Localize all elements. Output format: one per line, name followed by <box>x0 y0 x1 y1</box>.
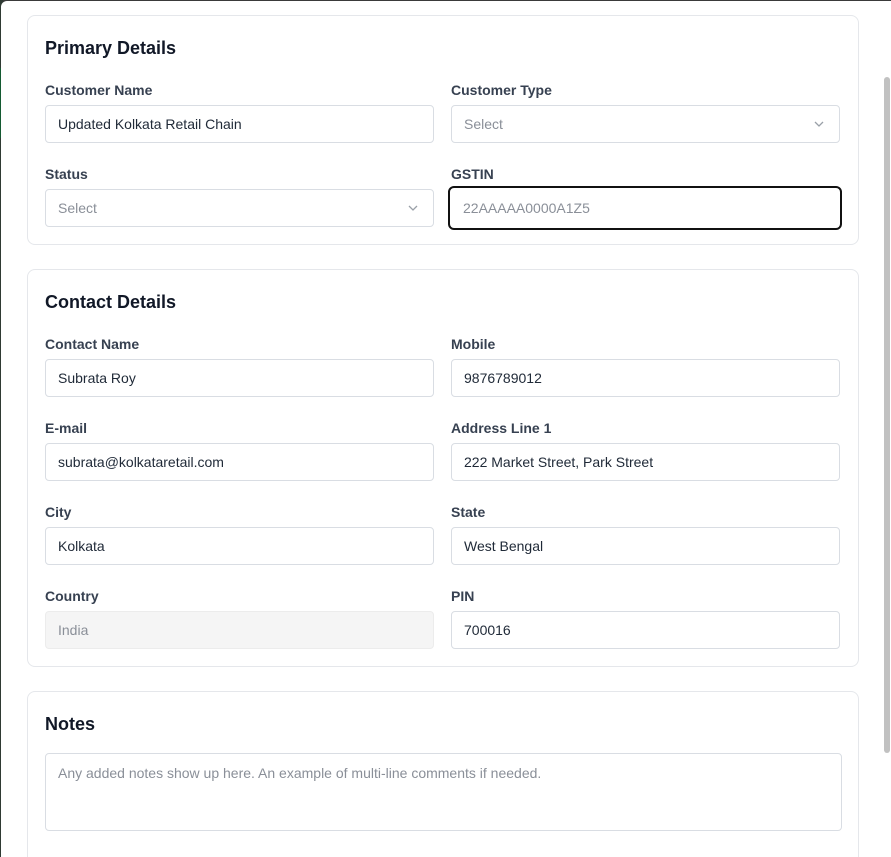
gstin-label: GSTIN <box>451 166 494 182</box>
country-value: India <box>58 622 89 638</box>
notes-title: Notes <box>45 714 96 734</box>
chevron-down-icon <box>408 205 418 211</box>
country-label: Country <box>45 588 99 604</box>
scrollbar[interactable] <box>881 1 891 857</box>
contact-name-label: Contact Name <box>45 336 140 352</box>
country-input: India <box>45 611 434 649</box>
city-value: Kolkata <box>58 538 105 554</box>
mobile-label: Mobile <box>451 336 496 352</box>
status-label: Status <box>45 166 88 182</box>
state-label: State <box>451 504 486 520</box>
contact-details-title: Contact Details <box>45 292 177 312</box>
customer-name-input[interactable]: Updated Kolkata Retail Chain <box>45 105 434 143</box>
gstin-input[interactable]: 22AAAAA0000A1Z5 <box>448 186 842 230</box>
customer-name-value: Updated Kolkata Retail Chain <box>58 116 242 132</box>
status-select[interactable]: Select <box>45 189 434 227</box>
customer-type-select[interactable]: Select <box>451 105 840 143</box>
chevron-down-icon <box>814 121 824 127</box>
address-line-1-input[interactable]: 222 Market Street, Park Street <box>451 443 840 481</box>
primary-details-title: Primary Details <box>45 38 177 58</box>
state-input[interactable]: West Bengal <box>451 527 840 565</box>
customer-type-label: Customer Type <box>451 82 552 98</box>
pin-label: PIN <box>451 588 475 604</box>
address-line-1-value: 222 Market Street, Park Street <box>464 454 654 470</box>
mobile-value: 9876789012 <box>464 370 542 386</box>
email-input[interactable]: subrata@kolkataretail.com <box>45 443 434 481</box>
status-placeholder: Select <box>58 200 97 216</box>
contact-details-card: Contact Details Contact Name Subrata Roy… <box>27 269 859 667</box>
contact-name-input[interactable]: Subrata Roy <box>45 359 434 397</box>
city-input[interactable]: Kolkata <box>45 527 434 565</box>
email-label: E-mail <box>45 420 88 436</box>
mobile-input[interactable]: 9876789012 <box>451 359 840 397</box>
customer-type-placeholder: Select <box>464 116 503 132</box>
city-label: City <box>45 504 72 520</box>
notes-placeholder: Any added notes show up here. An example… <box>58 765 542 781</box>
email-value: subrata@kolkataretail.com <box>58 454 224 470</box>
pin-value: 700016 <box>464 622 511 638</box>
address-line-1-label: Address Line 1 <box>451 420 552 436</box>
pin-input[interactable]: 700016 <box>451 611 840 649</box>
scrollbar-thumb[interactable] <box>884 77 890 753</box>
contact-name-value: Subrata Roy <box>58 370 136 386</box>
primary-details-card: Primary Details Customer Name Updated Ko… <box>27 15 859 245</box>
state-value: West Bengal <box>464 538 544 554</box>
notes-textarea[interactable]: Any added notes show up here. An example… <box>45 753 842 831</box>
modal-scroll-area[interactable]: Primary Details Customer Name Updated Ko… <box>1 1 881 857</box>
customer-name-label: Customer Name <box>45 82 153 98</box>
customer-edit-modal: Primary Details Customer Name Updated Ko… <box>1 1 891 857</box>
notes-card: Notes Any added notes show up here. An e… <box>27 691 859 857</box>
gstin-placeholder: 22AAAAA0000A1Z5 <box>463 200 590 216</box>
